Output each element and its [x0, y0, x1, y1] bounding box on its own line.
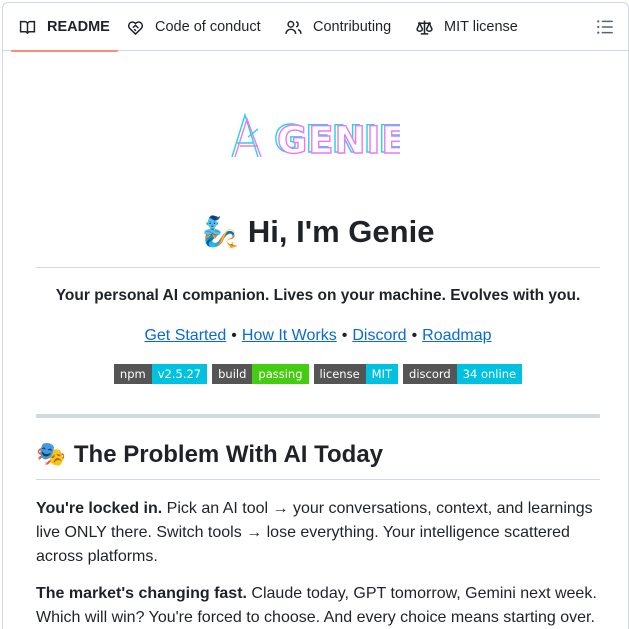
- readme-panel: README Code of conduct Contributing MIT …: [2, 2, 629, 629]
- tab-readme[interactable]: README: [11, 3, 118, 52]
- book-icon: [19, 20, 36, 34]
- paragraph-text: Pick an AI tool → your conversations, co…: [166, 500, 593, 517]
- tab-contributing[interactable]: Contributing: [285, 3, 391, 51]
- people-icon: [285, 20, 302, 34]
- build-badge[interactable]: build passing: [212, 364, 309, 384]
- readme-tab-bar: README Code of conduct Contributing MIT …: [3, 3, 628, 52]
- badge-value: MIT: [365, 364, 399, 384]
- badge-value: passing: [252, 364, 309, 384]
- badge-key: build: [212, 364, 253, 384]
- genie-emoji: 🧞: [201, 215, 239, 249]
- link-roadmap[interactable]: Roadmap: [422, 327, 491, 344]
- scale-icon: [416, 20, 433, 35]
- paragraph-locked-in: You're locked in. Pick an AI tool → your…: [36, 497, 600, 569]
- list-unordered-icon[interactable]: [596, 18, 614, 36]
- paragraph-lead: You're locked in.: [36, 500, 163, 517]
- tab-label: Contributing: [313, 19, 392, 35]
- badge-value: v2.5.27: [151, 364, 208, 384]
- title-underline: [36, 267, 600, 268]
- link-get-started[interactable]: Get Started: [144, 327, 226, 344]
- npm-badge[interactable]: npm v2.5.27: [113, 364, 208, 384]
- tab-code-of-conduct[interactable]: Code of conduct: [127, 3, 261, 51]
- paragraph-lead: The market's changing fast.: [36, 585, 247, 602]
- page-title-text: Hi, I'm Genie: [247, 214, 435, 249]
- masks-emoji: 🎭: [36, 441, 66, 468]
- heart-handshake-icon: [127, 20, 144, 35]
- discord-badge[interactable]: discord 34 online: [403, 364, 523, 384]
- paragraph-text: live ONLY there. Switch tools → lose eve…: [36, 524, 570, 541]
- quick-links: Get Started • How It Works • Discord • Roadmap: [36, 327, 600, 345]
- tab-label: MIT license: [444, 19, 518, 35]
- tab-label: Code of conduct: [155, 19, 261, 35]
- page-title: 🧞 Hi, I'm Genie: [36, 214, 600, 250]
- section-heading-text: The Problem With AI Today: [73, 440, 384, 468]
- link-separator: •: [341, 327, 348, 344]
- badge-key: npm: [113, 364, 152, 384]
- link-discord[interactable]: Discord: [352, 327, 406, 344]
- badge-row: npm v2.5.27 build passing license MIT di…: [36, 364, 600, 384]
- link-separator: •: [411, 327, 418, 344]
- paragraph-market: The market's changing fast. Claude today…: [36, 582, 600, 629]
- license-badge[interactable]: license MIT: [313, 364, 399, 384]
- genie-logo: GENIE GENIE: [231, 112, 400, 163]
- badge-key: discord: [403, 364, 457, 384]
- badge-key: license: [313, 364, 366, 384]
- section-heading: 🎭 The Problem With AI Today: [36, 440, 383, 469]
- tab-mit-license[interactable]: MIT license: [416, 3, 518, 51]
- tagline: Your personal AI companion. Lives on you…: [55, 287, 581, 304]
- heading-underline: [36, 479, 600, 480]
- paragraph-text: Claude today, GPT tomorrow, Gemini next …: [251, 585, 597, 602]
- link-how-it-works[interactable]: How It Works: [242, 327, 337, 344]
- section-divider: [36, 414, 600, 418]
- paragraph-text: Which will win? You're forced to choose.…: [36, 609, 595, 626]
- tab-label: README: [47, 19, 110, 35]
- paragraph-text: across platforms.: [36, 548, 158, 565]
- link-separator: •: [231, 327, 237, 344]
- badge-value: 34 online: [456, 364, 523, 384]
- logo-wordmark-shadow: GENIE: [277, 119, 400, 162]
